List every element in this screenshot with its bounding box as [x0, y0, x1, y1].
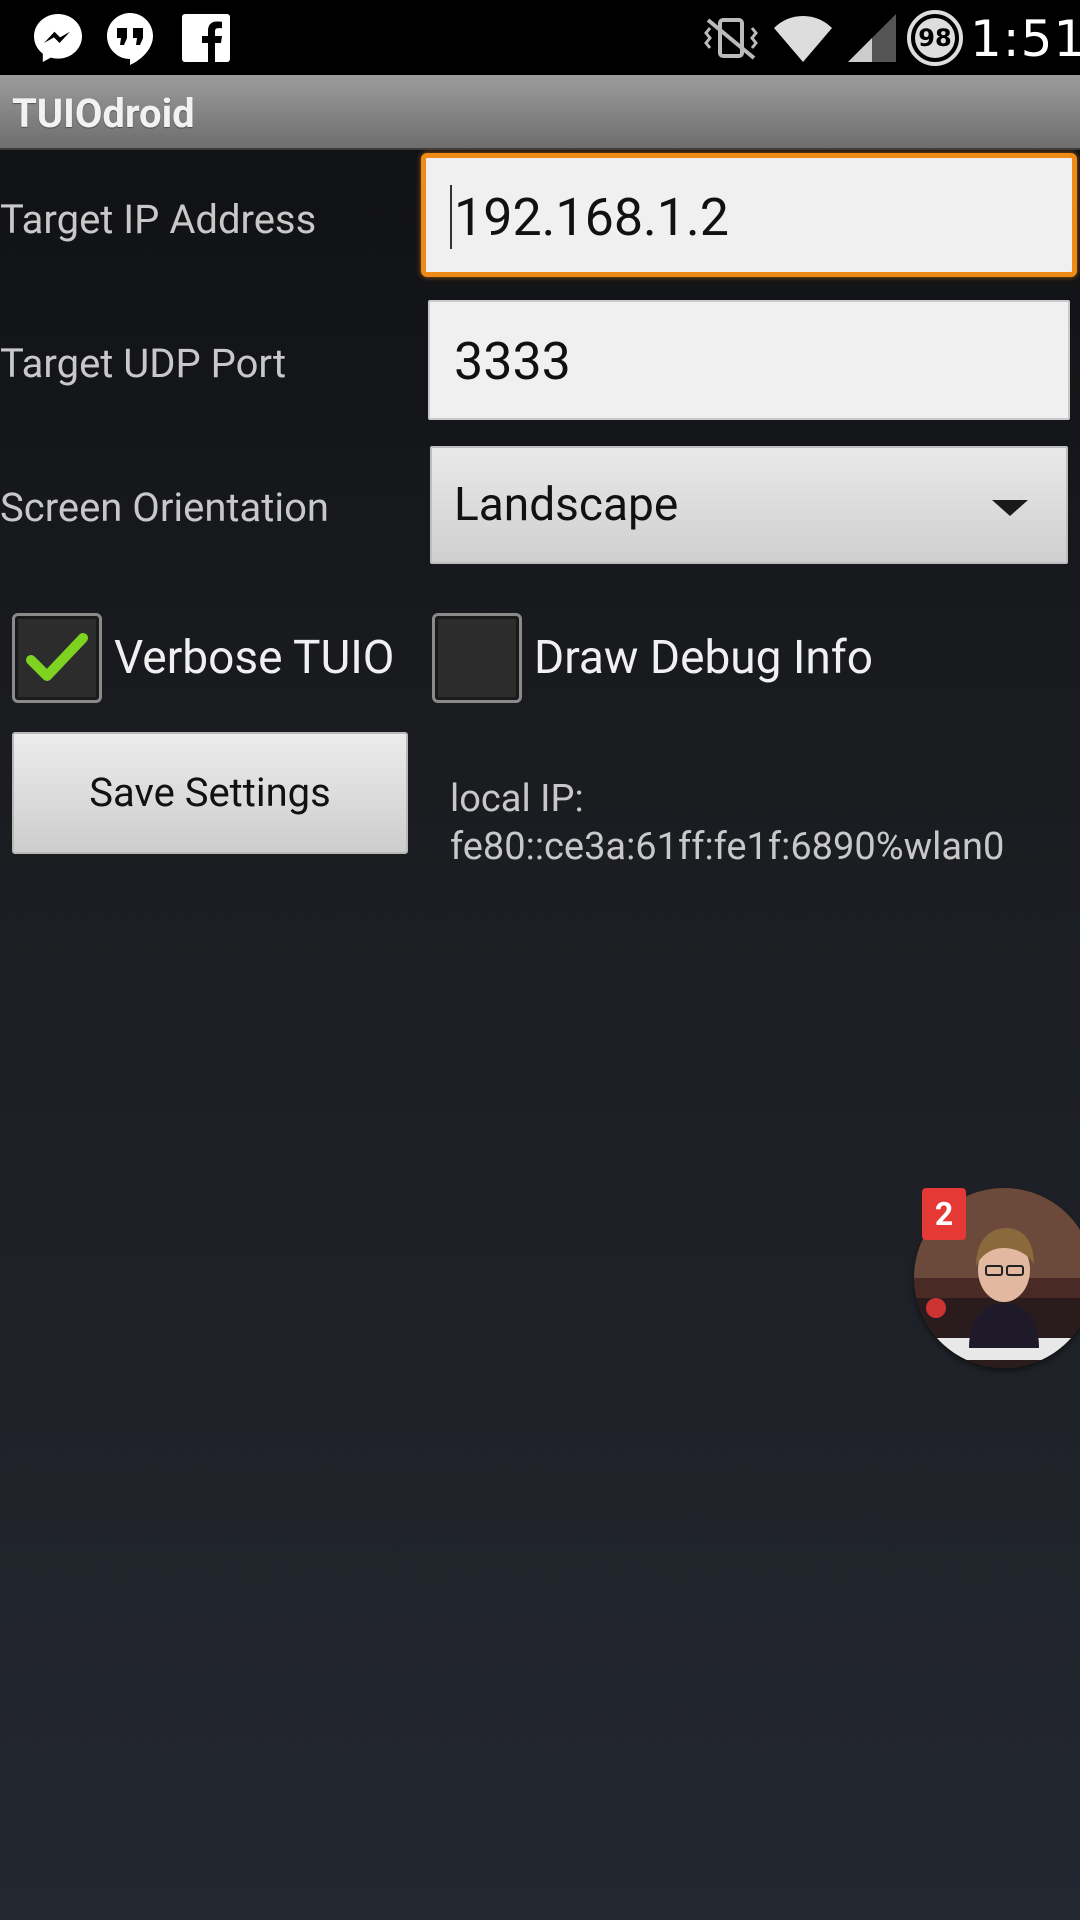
status-bar: 98 1:51 — [0, 0, 1080, 75]
messenger-icon — [34, 14, 82, 62]
orientation-label: Screen Orientation — [0, 484, 329, 531]
draw-debug-checkbox[interactable] — [432, 613, 522, 703]
facebook-icon — [182, 14, 230, 62]
clock: 1:51 — [970, 10, 1080, 68]
action-bar: TUIOdroid — [0, 75, 1080, 150]
notification-badge: 2 — [922, 1188, 966, 1240]
target-ip-input[interactable]: 192.168.1.2 — [421, 153, 1077, 277]
dropdown-arrow-icon — [992, 500, 1028, 516]
draw-debug-label[interactable]: Draw Debug Info — [534, 620, 873, 696]
battery-level: 98 — [918, 24, 952, 52]
verbose-tuio-checkbox[interactable] — [12, 613, 102, 703]
orientation-value: Landscape — [454, 478, 679, 532]
checkmark-icon — [26, 633, 88, 681]
hangouts-icon — [107, 13, 153, 65]
orientation-spinner[interactable]: Landscape — [430, 446, 1068, 564]
target-port-value: 3333 — [454, 331, 571, 392]
local-ip-info: local IP: fe80::ce3a:61ff:fe1f:6890%wlan… — [450, 775, 1004, 871]
target-ip-label: Target IP Address — [0, 196, 317, 243]
text-cursor — [450, 185, 452, 250]
target-port-input[interactable]: 3333 — [428, 300, 1070, 420]
vibrate-icon — [704, 18, 758, 60]
save-settings-button[interactable]: Save Settings — [12, 732, 408, 854]
signal-icon — [848, 14, 896, 62]
wifi-icon — [774, 16, 832, 62]
target-ip-value: 192.168.1.2 — [454, 187, 729, 248]
app-title: TUIOdroid — [12, 90, 195, 137]
local-ip-value: fe80::ce3a:61ff:fe1f:6890%wlan0 — [450, 825, 1005, 869]
local-ip-label: local IP: — [450, 777, 584, 821]
verbose-tuio-label[interactable]: Verbose TUIO — [114, 620, 394, 696]
target-port-label: Target UDP Port — [0, 340, 287, 387]
